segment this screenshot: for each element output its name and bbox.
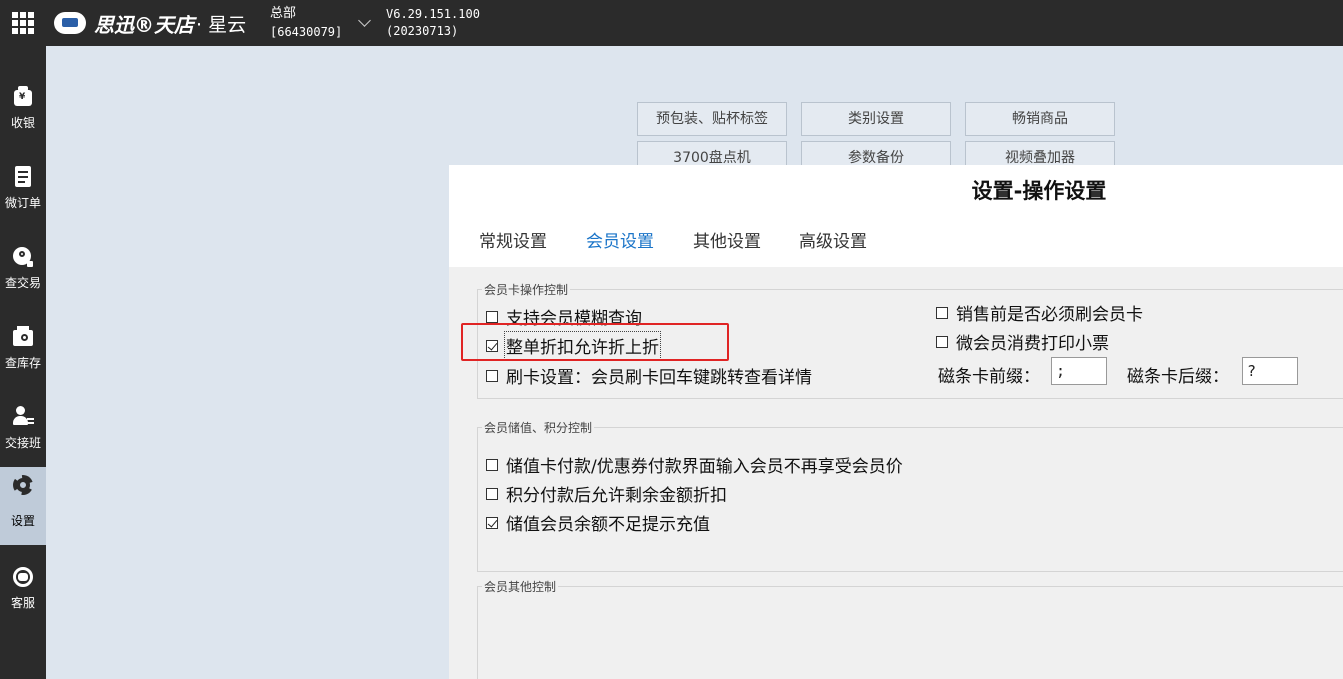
card-swipe-enter-checkbox[interactable]: 刷卡设置：会员刷卡回车键跳转查看详情: [486, 363, 812, 388]
inventory-icon: [12, 326, 34, 348]
checkbox-box[interactable]: [486, 369, 498, 382]
checkbox-label: 刷卡设置：会员刷卡回车键跳转查看详情: [506, 368, 812, 388]
sidebar-item-cashier[interactable]: ¥ 收银: [0, 58, 46, 136]
sidebar-item-label: 交接班: [4, 436, 41, 450]
sidebar-item-support[interactable]: 客服: [0, 538, 46, 616]
magstripe-prefix-input[interactable]: ;: [1051, 357, 1107, 385]
low-balance-recharge-prompt-checkbox[interactable]: 储值会员余额不足提示充值: [486, 510, 710, 535]
checkbox-label: 销售前是否必须刷会员卡: [956, 305, 1143, 325]
magstripe-suffix-input[interactable]: ?: [1242, 357, 1298, 385]
version-info: V6.29.151.100 (20230713): [386, 6, 480, 40]
no-member-price-on-stored-pay-checkbox[interactable]: 储值卡付款/优惠券付款界面输入会员不再享受会员价: [486, 452, 903, 477]
gear-icon: [12, 474, 34, 496]
micro-member-print-receipt-checkbox[interactable]: 微会员消费打印小票: [936, 329, 1109, 354]
store-code: [66430079]: [270, 25, 343, 39]
sidebar-item-settings[interactable]: 设置: [0, 467, 46, 545]
cart-logo-icon: [54, 12, 86, 34]
checkbox-box[interactable]: [486, 310, 498, 323]
tab-member[interactable]: 会员设置: [586, 227, 654, 252]
chevron-down-icon[interactable]: [358, 14, 371, 27]
checkbox-label: 微会员消费打印小票: [956, 334, 1109, 354]
store-selector[interactable]: 总部 [66430079]: [270, 5, 342, 41]
sidebar-item-inventory[interactable]: 查库存: [0, 298, 46, 376]
category-settings-button[interactable]: 类别设置: [801, 102, 951, 136]
transaction-icon: [12, 246, 34, 268]
top-bar: 思迅®天店 · 星云 总部 [66430079] V6.29.151.100 (…: [0, 0, 1343, 46]
sidebar: ¥ 收银 微订单 查交易 查库存 交接班 设置 客服: [0, 46, 46, 679]
prepack-label-button[interactable]: 预包装、贴杯标签: [637, 102, 787, 136]
dialog-title: 设置-操作设置: [971, 179, 1107, 203]
tab-general[interactable]: 常规设置: [479, 227, 547, 252]
settings-dialog: 设置-操作设置 常规设置 会员设置 其他设置 高级设置 会员卡操作控制 支持会员…: [449, 165, 1343, 679]
brand-name: 思迅®天店: [94, 12, 194, 37]
magstripe-prefix-label: 磁条卡前缀：: [938, 367, 1040, 387]
magstripe-suffix-label: 磁条卡后缀：: [1127, 367, 1229, 387]
order-icon: [12, 166, 34, 188]
tab-other[interactable]: 其他设置: [693, 227, 761, 252]
sidebar-item-label: 微订单: [4, 196, 41, 210]
support-icon: [12, 566, 34, 588]
version-number: V6.29.151.100: [386, 7, 480, 21]
require-card-before-sale-checkbox[interactable]: 销售前是否必须刷会员卡: [936, 300, 1143, 325]
group-title: 会员卡操作控制: [482, 281, 571, 298]
checkbox-box[interactable]: [936, 306, 948, 319]
group-title: 会员其他控制: [482, 578, 559, 595]
checkbox-label: 储值会员余额不足提示充值: [506, 515, 710, 535]
sidebar-item-transactions[interactable]: 查交易: [0, 218, 46, 296]
store-name: 总部: [270, 6, 297, 21]
group-title: 会员储值、积分控制: [482, 419, 595, 436]
highlight-annotation-box: [461, 323, 729, 361]
tab-advanced[interactable]: 高级设置: [799, 227, 867, 252]
app-grid-icon[interactable]: [12, 12, 34, 34]
checkbox-label: 积分付款后允许剩余金额折扣: [506, 486, 727, 506]
build-date: (20230713): [386, 24, 459, 38]
shift-handover-icon: [12, 406, 34, 428]
sidebar-item-label: 查交易: [4, 276, 41, 290]
stored-value-group: 会员储值、积分控制 储值卡付款/优惠券付款界面输入会员不再享受会员价 积分付款后…: [477, 419, 1343, 572]
product-name: · 星云: [196, 13, 247, 36]
sidebar-item-label: 客服: [10, 596, 35, 610]
sidebar-item-label: 查库存: [4, 356, 41, 370]
sidebar-item-micro-order[interactable]: 微订单: [0, 138, 46, 216]
checkbox-label: 储值卡付款/优惠券付款界面输入会员不再享受会员价: [506, 457, 903, 477]
checkbox-box[interactable]: [936, 335, 948, 348]
brand-logo: 思迅®天店 · 星云: [54, 10, 247, 37]
cash-register-icon: ¥: [12, 86, 34, 108]
sidebar-item-label: 设置: [10, 514, 35, 528]
checkbox-box[interactable]: [486, 458, 498, 471]
checkbox-box[interactable]: [486, 516, 498, 529]
sidebar-item-shift-handover[interactable]: 交接班: [0, 378, 46, 456]
sidebar-item-label: 收银: [10, 116, 35, 130]
other-control-group: 会员其他控制: [477, 578, 1343, 679]
points-remaining-discount-checkbox[interactable]: 积分付款后允许剩余金额折扣: [486, 481, 727, 506]
bestseller-button[interactable]: 畅销商品: [965, 102, 1115, 136]
checkbox-box[interactable]: [486, 487, 498, 500]
